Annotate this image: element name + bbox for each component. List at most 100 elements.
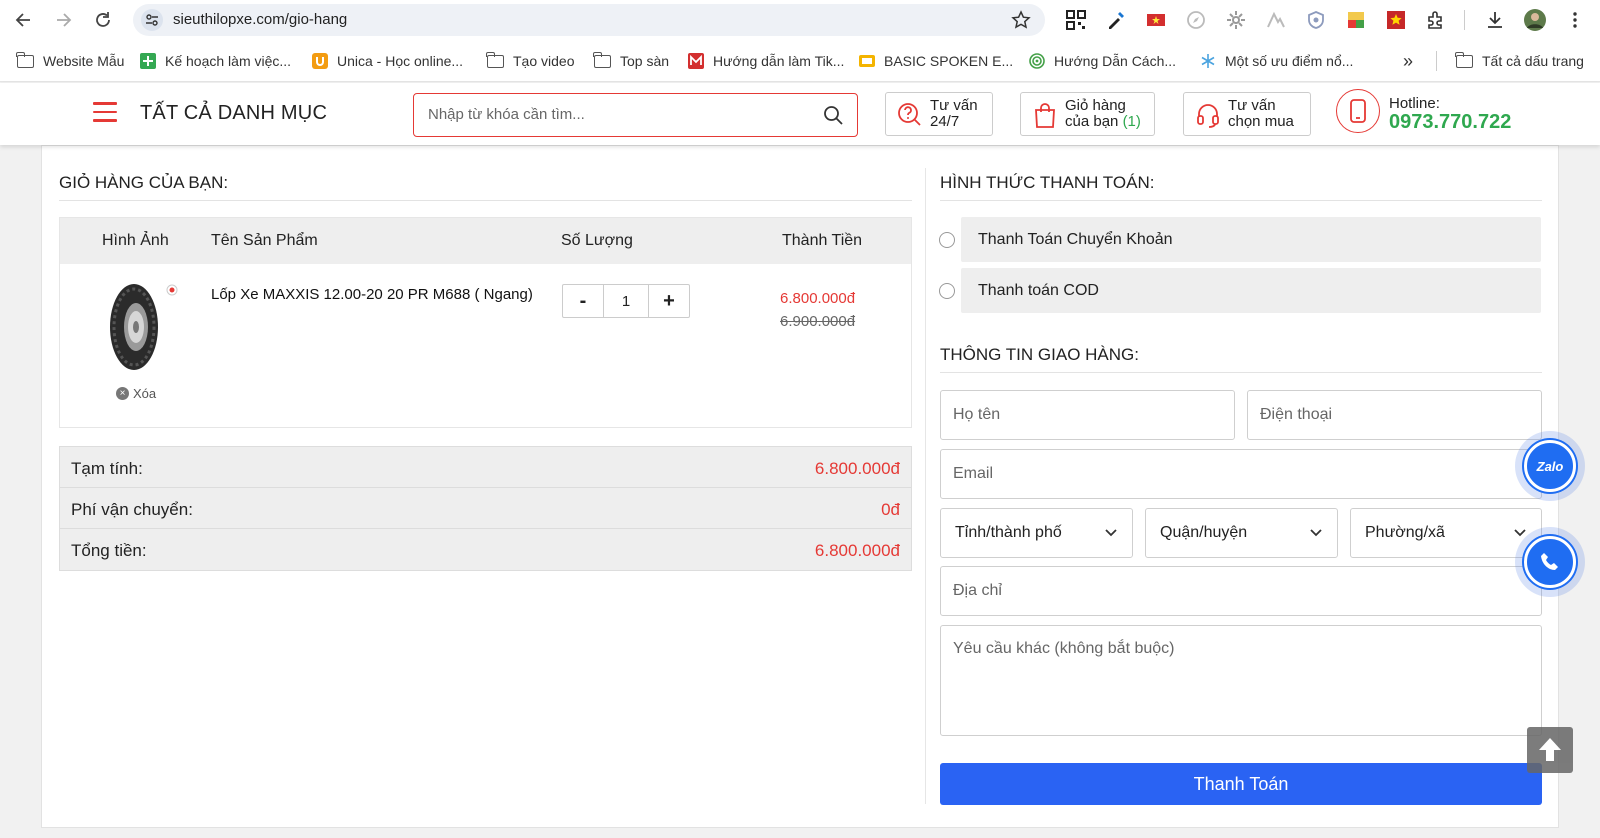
checkout-button[interactable]: Thanh Toán	[940, 763, 1542, 805]
quantity-stepper: - 1 +	[562, 284, 690, 318]
shopping-bag-icon	[1035, 103, 1055, 128]
ward-select[interactable]: Phường/xã	[1350, 508, 1542, 558]
phone-icon	[1541, 553, 1558, 570]
site-info-icon[interactable]	[141, 9, 163, 31]
bookmarks-overflow-button[interactable]: »	[1403, 50, 1413, 72]
site-header: TẤT CẢ DANH MỤC Tư vấn24/7 Giỏ hàngcủa b…	[0, 83, 1600, 145]
bookmark-basic-spoken[interactable]: BASIC SPOKEN E...	[858, 50, 1013, 72]
zalo-chat-button[interactable]: Zalo	[1515, 431, 1585, 501]
call-button[interactable]	[1515, 527, 1585, 597]
column-product-name: Tên Sản Phẩm	[211, 232, 318, 249]
eyedropper-icon[interactable]	[1105, 9, 1127, 31]
mountain-extension-icon[interactable]	[1265, 9, 1287, 31]
more-menu-icon[interactable]	[1564, 9, 1586, 31]
district-select[interactable]: Quận/huyện	[1145, 508, 1338, 558]
cart-button[interactable]: Giỏ hàng của bạn (1)	[1020, 92, 1155, 136]
address-field[interactable]	[940, 566, 1542, 616]
cart-table-header: Hình Ảnh Tên Sản Phẩm Số Lượng Thành Tiề…	[60, 218, 911, 264]
product-name[interactable]: Lốp Xe MAXXIS 12.00-20 20 PR M688 ( Ngan…	[211, 286, 533, 303]
grand-total-value: 6.800.000đ	[814, 541, 900, 560]
hotline-phone-icon[interactable]	[1336, 89, 1380, 133]
column-quantity: Số Lượng	[561, 232, 633, 249]
download-icon[interactable]	[1484, 9, 1506, 31]
email-field[interactable]	[940, 449, 1542, 499]
folder-icon	[486, 51, 504, 70]
browser-toolbar: sieuthilopxe.com/gio-hang	[0, 0, 1600, 40]
search-icon[interactable]	[823, 105, 843, 125]
phone-field[interactable]	[1247, 390, 1542, 440]
all-categories-label[interactable]: TẤT CẢ DANH MỤC	[140, 102, 327, 125]
qr-code-icon[interactable]	[1065, 9, 1087, 31]
item-old-price: 6.900.000đ	[780, 313, 856, 330]
url-text[interactable]: sieuthilopxe.com/gio-hang	[173, 11, 347, 28]
bookmark-website-mau[interactable]: Website Mẫu	[16, 50, 124, 72]
quantity-increase-button[interactable]: +	[649, 285, 689, 317]
arrow-right-icon	[57, 13, 72, 27]
bookmark-unica[interactable]: Unica - Học online...	[311, 50, 463, 72]
hamburger-menu-icon[interactable]	[93, 102, 117, 124]
shipping-title: THÔNG TIN GIAO HÀNG:	[940, 345, 1139, 364]
cart-table: Hình Ảnh Tên Sản Phẩm Số Lượng Thành Tiề…	[59, 217, 912, 428]
purchase-advice-button[interactable]: Tư vấn chọn mua	[1183, 92, 1311, 136]
province-select[interactable]: Tỉnh/thành phố	[940, 508, 1133, 558]
column-divider	[925, 168, 926, 804]
subtotal-row: Tạm tính: 6.800.000đ	[60, 447, 911, 488]
chevron-down-icon	[1105, 529, 1117, 537]
remove-item-button[interactable]: × Xóa	[116, 386, 156, 401]
reload-button[interactable]	[91, 8, 115, 32]
full-name-field[interactable]	[940, 390, 1235, 440]
advice-24-7-button[interactable]: Tư vấn 24/7	[885, 92, 993, 136]
cod-radio[interactable]	[939, 283, 955, 299]
cart-title: GIỎ HÀNG CỦA BẠN:	[59, 173, 229, 192]
settings-extension-icon[interactable]	[1225, 9, 1247, 31]
bookmark-all-bookmarks[interactable]: Tất cả dấu trang	[1455, 50, 1584, 72]
search-box	[413, 93, 858, 137]
hotline-number[interactable]: 0973.770.722	[1389, 111, 1511, 134]
bookmarks-bar: Website Mẫu Kế hoạch làm việc... Unica -…	[0, 40, 1600, 82]
colorful-extension-icon[interactable]	[1345, 9, 1367, 31]
folder-icon	[593, 51, 611, 70]
cart-count-badge: (1)	[1122, 113, 1141, 130]
back-button[interactable]	[12, 8, 36, 32]
folder-icon	[16, 51, 34, 70]
column-image: Hình Ảnh	[102, 232, 169, 249]
spiral-icon	[1028, 53, 1045, 70]
translate-flag-icon[interactable]	[1145, 9, 1167, 31]
shipping-fee-value: 0đ	[881, 500, 900, 519]
payment-title: HÌNH THỨC THANH TOÁN:	[940, 173, 1155, 192]
grand-total-row: Tổng tiền: 6.800.000đ	[60, 529, 911, 570]
brand-badge-icon	[166, 284, 178, 296]
extensions-puzzle-icon[interactable]	[1425, 9, 1447, 31]
back-to-top-button[interactable]	[1527, 727, 1573, 773]
bookmark-huong-dan-cach[interactable]: Hướng Dẫn Cách...	[1028, 50, 1176, 72]
folder-icon	[1455, 51, 1473, 70]
bookmark-ke-hoach[interactable]: Kế hoạch làm việc...	[139, 50, 291, 72]
shipping-fee-row: Phí vận chuyển: 0đ	[60, 488, 911, 529]
bookmark-tao-video[interactable]: Tạo video	[486, 50, 574, 72]
quantity-decrease-button[interactable]: -	[563, 285, 603, 317]
forward-button[interactable]	[51, 8, 75, 32]
quantity-input[interactable]: 1	[603, 285, 649, 317]
payment-option-bank-transfer[interactable]: Thanh Toán Chuyển Khoản	[961, 217, 1541, 262]
profile-avatar[interactable]	[1524, 9, 1546, 31]
bank-transfer-radio[interactable]	[939, 232, 955, 248]
bookmark-huong-dan-tik[interactable]: Hướng dẫn làm Tik...	[687, 50, 844, 72]
bookmark-mot-so-uu-diem[interactable]: Một số ưu điểm nổ...	[1199, 50, 1353, 72]
reload-icon	[96, 12, 110, 27]
snowflake-icon	[1199, 53, 1216, 70]
shield-extension-icon[interactable]	[1305, 9, 1327, 31]
address-bar[interactable]: sieuthilopxe.com/gio-hang	[133, 4, 1045, 36]
bookmark-top-san[interactable]: Top sàn	[593, 50, 669, 72]
compass-icon[interactable]	[1185, 9, 1207, 31]
product-tire-image[interactable]	[106, 281, 162, 373]
question-chat-icon	[898, 103, 921, 126]
subtotal-value: 6.800.000đ	[814, 459, 900, 478]
column-total: Thành Tiền	[782, 232, 863, 249]
chevron-down-icon	[1310, 529, 1322, 537]
note-field[interactable]	[940, 625, 1542, 736]
bookmark-star-icon[interactable]	[1011, 10, 1031, 30]
payment-option-cod[interactable]: Thanh toán COD	[961, 268, 1541, 313]
headset-icon	[1197, 104, 1219, 128]
search-input[interactable]	[415, 95, 805, 134]
star-badge-extension-icon[interactable]	[1385, 9, 1407, 31]
